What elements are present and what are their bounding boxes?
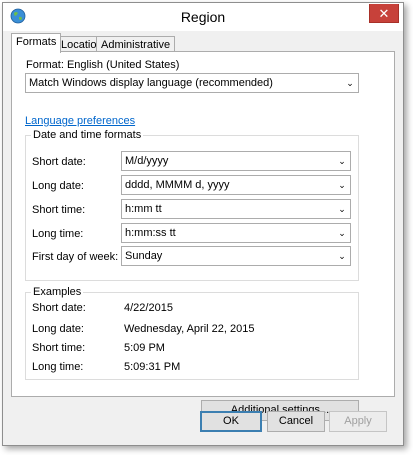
chevron-down-icon: ⌄ bbox=[338, 251, 346, 261]
example-long-time-value: 5:09:31 PM bbox=[124, 361, 181, 373]
example-short-time-value: 5:09 PM bbox=[124, 342, 165, 354]
short-time-label: Short time: bbox=[32, 204, 86, 216]
format-dropdown-value: Match Windows display language (recommen… bbox=[29, 77, 273, 89]
chevron-down-icon: ⌄ bbox=[338, 228, 346, 238]
first-day-of-week-label: First day of week: bbox=[32, 251, 119, 263]
example-long-time-label: Long time: bbox=[32, 361, 84, 373]
tab-label: Formats bbox=[16, 36, 57, 48]
chevron-down-icon: ⌄ bbox=[338, 156, 346, 166]
short-time-dropdown[interactable]: h:mm tt ⌄ bbox=[121, 199, 351, 219]
examples-title: Examples bbox=[31, 286, 84, 298]
example-short-date-label: Short date: bbox=[32, 302, 86, 314]
example-long-date-label: Long date: bbox=[32, 323, 84, 335]
long-time-label: Long time: bbox=[32, 228, 84, 240]
example-short-time-label: Short time: bbox=[32, 342, 86, 354]
short-date-dropdown[interactable]: M/d/yyyy ⌄ bbox=[121, 151, 351, 171]
window-title: Region bbox=[180, 9, 226, 25]
apply-button[interactable]: Apply bbox=[329, 411, 387, 432]
first-day-of-week-dropdown[interactable]: Sunday ⌄ bbox=[121, 246, 351, 266]
example-long-date-value: Wednesday, April 22, 2015 bbox=[124, 323, 255, 335]
chevron-down-icon: ⌄ bbox=[338, 180, 346, 190]
long-time-dropdown[interactable]: h:mm:ss tt ⌄ bbox=[121, 223, 351, 243]
date-time-formats-title: Date and time formats bbox=[31, 129, 144, 141]
dialog-client-area: Formats Location Administrative Format: … bbox=[3, 31, 403, 445]
chevron-down-icon: ⌄ bbox=[346, 78, 354, 88]
tab-formats[interactable]: Formats bbox=[11, 33, 62, 53]
short-date-value: M/d/yyyy bbox=[125, 155, 169, 167]
title-bar[interactable]: Region ✕ bbox=[3, 3, 403, 31]
long-time-value: h:mm:ss tt bbox=[125, 227, 176, 239]
format-dropdown[interactable]: Match Windows display language (recommen… bbox=[25, 73, 359, 93]
chevron-down-icon: ⌄ bbox=[338, 204, 346, 214]
long-date-label: Long date: bbox=[32, 180, 84, 192]
formats-tab-panel: Format: English (United States) Match Wi… bbox=[11, 51, 395, 421]
example-short-date-value: 4/22/2015 bbox=[124, 302, 173, 314]
short-time-value: h:mm tt bbox=[125, 203, 162, 215]
long-date-value: dddd, MMMM d, yyyy bbox=[125, 179, 230, 191]
format-label: Format: English (United States) bbox=[26, 59, 180, 71]
long-date-dropdown[interactable]: dddd, MMMM d, yyyy ⌄ bbox=[121, 175, 351, 195]
close-button[interactable]: ✕ bbox=[369, 4, 399, 23]
tab-label: Administrative bbox=[101, 39, 171, 51]
region-dialog: Region ✕ Formats Location Administrative… bbox=[2, 2, 404, 446]
cancel-button[interactable]: Cancel bbox=[267, 411, 325, 432]
first-day-of-week-value: Sunday bbox=[125, 250, 163, 262]
short-date-label: Short date: bbox=[32, 156, 86, 168]
ok-button[interactable]: OK bbox=[200, 411, 262, 432]
language-preferences-link[interactable]: Language preferences bbox=[25, 115, 135, 127]
close-icon: ✕ bbox=[378, 6, 390, 21]
